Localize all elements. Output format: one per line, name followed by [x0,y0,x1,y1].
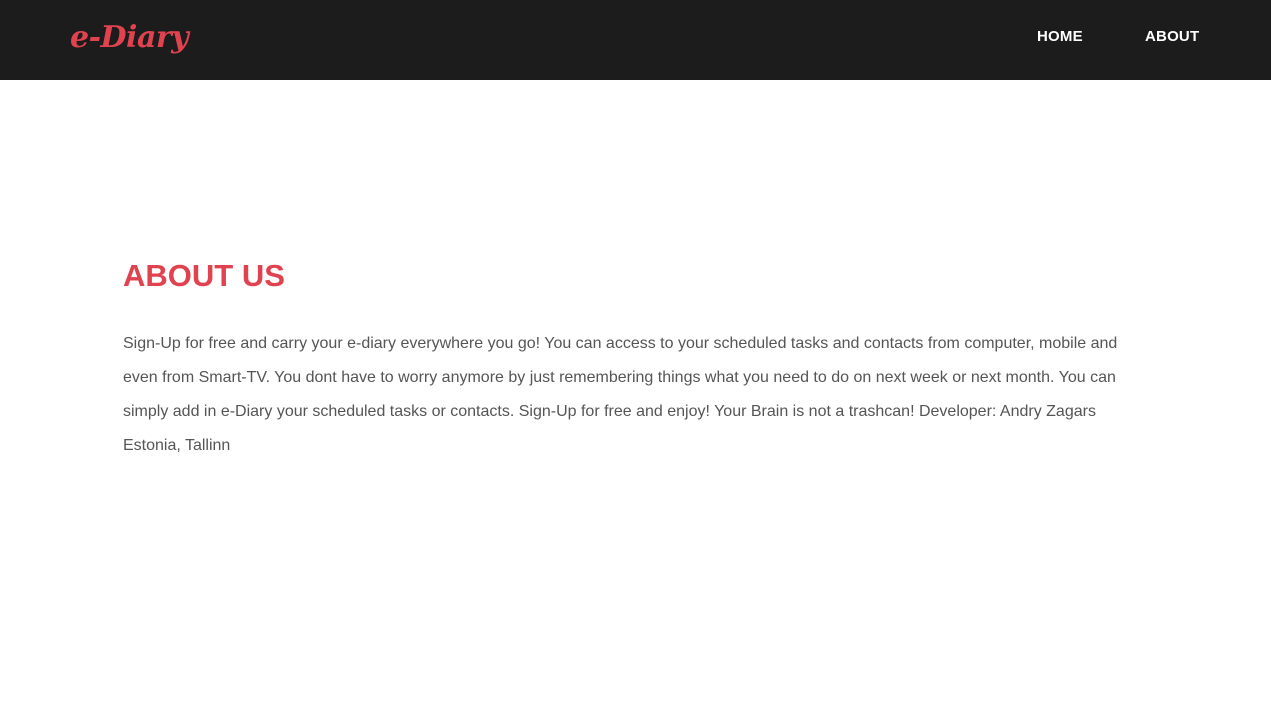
about-description: Sign-Up for free and carry your e-diary … [123,335,1118,454]
brand-logo[interactable]: e-Diary [70,18,189,58]
nav-link-home[interactable]: HOME [1037,26,1083,48]
nav-link-about[interactable]: ABOUT [1145,26,1199,48]
top-navbar: e-Diary HOME ABOUT [0,0,1271,80]
about-heading: ABOUT US [123,258,285,293]
